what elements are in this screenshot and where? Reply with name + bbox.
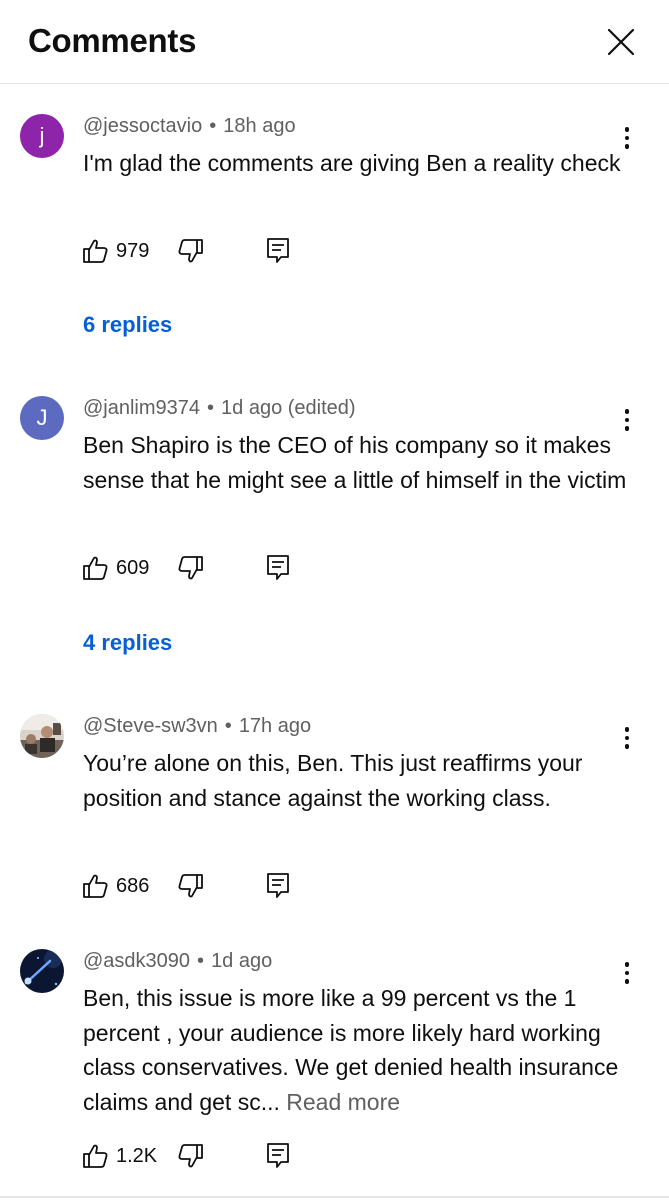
comment-meta: @janlim9374 • 1d ago (edited) <box>83 397 356 420</box>
comment-time: 18h ago <box>223 115 296 137</box>
reply-button[interactable] <box>266 1139 290 1173</box>
comment-text: I'm glad the comments are giving Ben a r… <box>83 150 621 176</box>
reply-button[interactable] <box>266 234 290 268</box>
comment-time: 17h ago <box>238 715 312 737</box>
like-count: 979 <box>116 239 150 262</box>
avatar[interactable] <box>20 949 64 993</box>
view-replies-button[interactable]: 6 replies <box>83 312 172 338</box>
avatar-photo <box>20 714 64 758</box>
view-replies-button[interactable]: 4 replies <box>83 630 172 656</box>
comment-icon <box>267 555 289 580</box>
thumbs-up-icon <box>83 1144 108 1168</box>
comment-actions: 609 <box>82 551 322 585</box>
like-count: 609 <box>116 556 150 579</box>
thumbs-up-icon <box>83 874 108 898</box>
thumbs-up-icon <box>83 239 108 263</box>
comment-text: Ben, this issue is more like a 99 percen… <box>83 981 643 1119</box>
like-button[interactable]: 1.2K <box>82 1139 157 1173</box>
thumbs-up-icon <box>83 556 108 580</box>
like-button[interactable]: 609 <box>82 551 149 585</box>
comment-icon <box>267 238 289 263</box>
avatar[interactable]: J <box>20 396 64 440</box>
comment-time: 1d ago <box>211 950 273 972</box>
comment-meta: @jessoctavio • 18h ago <box>83 115 296 138</box>
like-count: 686 <box>116 874 150 897</box>
dislike-button[interactable] <box>178 1139 204 1173</box>
like-count: 1.2K <box>116 1144 158 1167</box>
comment-text: You’re alone on this, Ben. This just rea… <box>83 750 583 811</box>
thumbs-down-icon <box>178 239 203 263</box>
avatar[interactable] <box>20 714 64 758</box>
page-title: Comments <box>28 22 197 59</box>
meta-separator: • <box>197 950 205 972</box>
reply-button[interactable] <box>266 551 290 585</box>
thumbs-down-icon <box>178 1144 203 1168</box>
read-more-link[interactable]: Read more <box>286 1089 400 1115</box>
comment-author[interactable]: @Steve-sw3vn <box>83 715 218 737</box>
comment-author[interactable]: @jessoctavio <box>83 115 202 137</box>
comments-header: Comments <box>0 0 669 84</box>
close-button[interactable] <box>601 22 641 62</box>
reply-button[interactable] <box>266 869 290 903</box>
divider <box>0 1196 669 1198</box>
dislike-button[interactable] <box>178 234 204 268</box>
meta-separator: • <box>224 715 232 737</box>
close-icon <box>607 28 635 56</box>
comment-icon <box>267 873 289 898</box>
comment-actions: 1.2K <box>82 1139 322 1173</box>
comment-author[interactable]: @asdk3090 <box>83 950 190 972</box>
like-button[interactable]: 686 <box>82 869 149 903</box>
dislike-button[interactable] <box>178 551 204 585</box>
comment-time: 1d ago (edited) <box>221 397 356 419</box>
avatar-letter: J <box>36 405 48 430</box>
avatar[interactable]: j <box>20 114 64 158</box>
comment-actions: 979 <box>82 234 322 268</box>
comment-meta: @Steve-sw3vn • 17h ago <box>83 715 311 738</box>
meta-separator: • <box>207 397 215 419</box>
comment-text: Ben Shapiro is the CEO of his company so… <box>83 432 627 493</box>
comment-meta: @asdk3090 • 1d ago <box>83 950 272 973</box>
comment-actions: 686 <box>82 869 322 903</box>
thumbs-down-icon <box>178 874 203 898</box>
dislike-button[interactable] <box>178 869 204 903</box>
avatar-photo <box>20 949 64 993</box>
comment-icon <box>267 1143 289 1168</box>
like-button[interactable]: 979 <box>82 234 149 268</box>
meta-separator: • <box>209 115 217 137</box>
comment-author[interactable]: @janlim9374 <box>83 397 200 419</box>
thumbs-down-icon <box>178 556 203 580</box>
avatar-letter: j <box>39 123 45 148</box>
